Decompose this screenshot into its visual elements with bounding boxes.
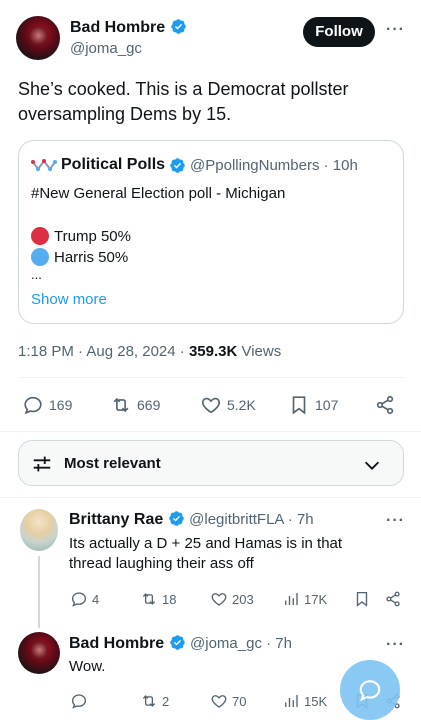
reply-button[interactable]: 169 (22, 394, 72, 416)
heart-icon (211, 695, 227, 708)
follow-button[interactable]: Follow (303, 17, 375, 47)
red-circle-icon (31, 227, 49, 245)
show-more-link[interactable]: Show more (31, 291, 107, 308)
views-count: 15K (304, 693, 328, 709)
sort-label: Most relevant (64, 455, 161, 472)
quoted-tweet[interactable]: Political Polls @PpollingNumbers · 10h #… (18, 140, 404, 324)
analytics-icon (285, 593, 298, 605)
bookmark-icon (292, 396, 306, 415)
like-count: 70 (232, 693, 247, 709)
reply-button[interactable] (70, 692, 92, 710)
quoted-headline: #New General Election poll - Michigan (31, 185, 286, 202)
author-handle[interactable]: @joma_gc (70, 40, 187, 57)
compose-reply-button[interactable] (340, 660, 400, 720)
verified-badge-icon (169, 635, 185, 650)
views-count: 359.3K (188, 343, 238, 360)
share-icon (386, 591, 400, 607)
reply-count: 169 (49, 397, 73, 413)
reply-icon (24, 396, 42, 415)
avatar[interactable] (18, 632, 60, 674)
blue-circle-icon (31, 248, 49, 266)
repost-button[interactable]: 2 (140, 692, 169, 710)
more-options-icon[interactable]: ··· (386, 636, 405, 654)
reply-author-name[interactable]: Bad Hombre (69, 635, 164, 652)
reply-author-handle[interactable]: @legitbrittFLA · 7h (189, 511, 313, 528)
bookmark-button[interactable]: 107 (288, 394, 338, 416)
analytics-icon (285, 695, 298, 707)
author-name[interactable]: Bad Hombre (70, 19, 165, 36)
quoted-author-name: Political Polls (61, 156, 166, 173)
reply-count: 4 (92, 591, 100, 607)
heart-icon (211, 593, 227, 606)
like-button[interactable]: 203 (210, 590, 254, 608)
views-label: Views (237, 343, 282, 360)
share-button[interactable] (374, 394, 396, 416)
repost-button[interactable]: 18 (140, 590, 176, 608)
repost-count: 2 (162, 693, 170, 709)
verified-badge-icon (170, 157, 185, 173)
author-block: Bad Hombre @joma_gc (70, 18, 187, 57)
bookmark-icon (356, 591, 368, 607)
tweet-meta: 1:18 PM · Aug 28, 2024 · 359.3K Views (18, 343, 281, 360)
more-options-icon[interactable]: ··· (386, 512, 405, 530)
chevron-down-icon (364, 461, 380, 470)
reply-text: Wow. (69, 658, 106, 675)
more-options-icon[interactable]: ··· (386, 21, 405, 39)
sliders-icon (33, 456, 51, 472)
repost-count: 669 (137, 397, 161, 413)
bookmark-count: 107 (315, 397, 339, 413)
like-count: 203 (232, 591, 254, 607)
share-button[interactable] (384, 590, 402, 608)
poll-option-label: Trump 50% (54, 228, 131, 245)
avatar[interactable] (16, 16, 60, 60)
poll-option-label: Harris 50% (54, 249, 129, 266)
heart-icon (201, 397, 221, 414)
sort-dropdown[interactable]: Most relevant (18, 440, 404, 486)
chat-bubble-icon (359, 680, 381, 702)
repost-count: 18 (162, 591, 177, 607)
poll-option-harris: Harris 50% (31, 248, 128, 266)
reply-author-name[interactable]: Brittany Rae (69, 511, 163, 528)
verified-badge-icon (168, 511, 184, 526)
verified-badge-icon (170, 19, 186, 34)
views-count: 17K (304, 591, 328, 607)
reply-text: Its actually a D + 25 and Hamas is in th… (69, 535, 343, 572)
repost-icon (142, 695, 156, 707)
avatar[interactable] (20, 509, 58, 551)
reply-icon (71, 694, 87, 709)
quoted-ellipsis: ... (31, 267, 42, 282)
like-button[interactable]: 70 (210, 692, 246, 710)
views-button[interactable]: 17K (282, 590, 327, 608)
reply-icon (71, 592, 87, 607)
reply-author-handle[interactable]: @joma_gc · 7h (190, 635, 292, 652)
repost-icon (142, 593, 156, 605)
divider (0, 431, 421, 432)
reply-header: Brittany Rae @legitbrittFLA · 7h (69, 510, 314, 529)
views-button[interactable]: 15K (282, 692, 327, 710)
bookmark-button[interactable] (353, 590, 371, 608)
divider (18, 377, 404, 378)
like-button[interactable]: 5.2K (200, 394, 256, 416)
poll-option-trump: Trump 50% (31, 227, 131, 245)
repost-button[interactable]: 669 (110, 394, 160, 416)
quoted-author-handle: @PpollingNumbers · 10h (190, 156, 358, 174)
divider (0, 497, 421, 498)
tweet-timestamp[interactable]: 1:18 PM · Aug 28, 2024 · (18, 343, 189, 360)
quoted-author-row: Political Polls @PpollingNumbers · 10h (31, 156, 358, 174)
reply-button[interactable]: 4 (70, 590, 99, 608)
political-polls-logo-icon (31, 159, 57, 171)
thread-line (38, 556, 40, 628)
like-count: 5.2K (227, 397, 256, 413)
reply-header: Bad Hombre @joma_gc · 7h (69, 634, 292, 653)
repost-icon (113, 397, 129, 413)
tweet-text: She’s cooked. This is a Democrat pollste… (18, 79, 349, 124)
share-icon (376, 395, 394, 415)
